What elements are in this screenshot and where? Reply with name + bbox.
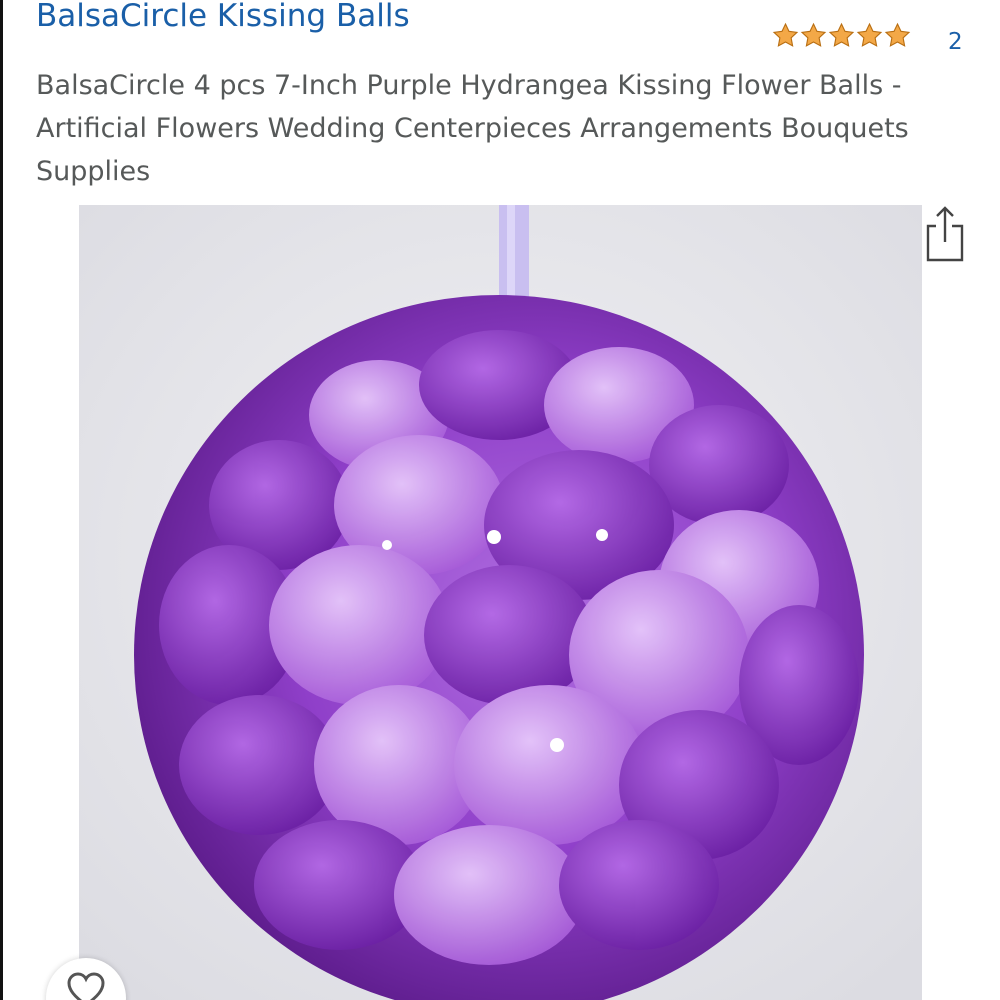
star-icon — [856, 22, 883, 47]
share-button[interactable] — [922, 204, 966, 262]
star-icon — [828, 22, 855, 47]
star-icon — [800, 22, 827, 47]
product-page: BalsaCircle Kissing Balls 2 BalsaCircle … — [0, 0, 1000, 1000]
star-icon — [772, 22, 799, 47]
review-count-link[interactable]: 2 — [948, 26, 963, 58]
star-icon — [884, 22, 911, 47]
rating-stars — [772, 22, 911, 49]
share-icon — [926, 206, 964, 262]
product-title: BalsaCircle 4 pcs 7-Inch Purple Hydrange… — [36, 70, 909, 187]
brand-link[interactable]: BalsaCircle Kissing Balls — [36, 0, 410, 38]
hydrangea-ball-illustration — [79, 205, 922, 1000]
left-edge-divider — [0, 0, 3, 1000]
heart-icon — [67, 972, 105, 1000]
product-image[interactable] — [79, 205, 922, 1000]
star-rating[interactable] — [772, 22, 911, 49]
